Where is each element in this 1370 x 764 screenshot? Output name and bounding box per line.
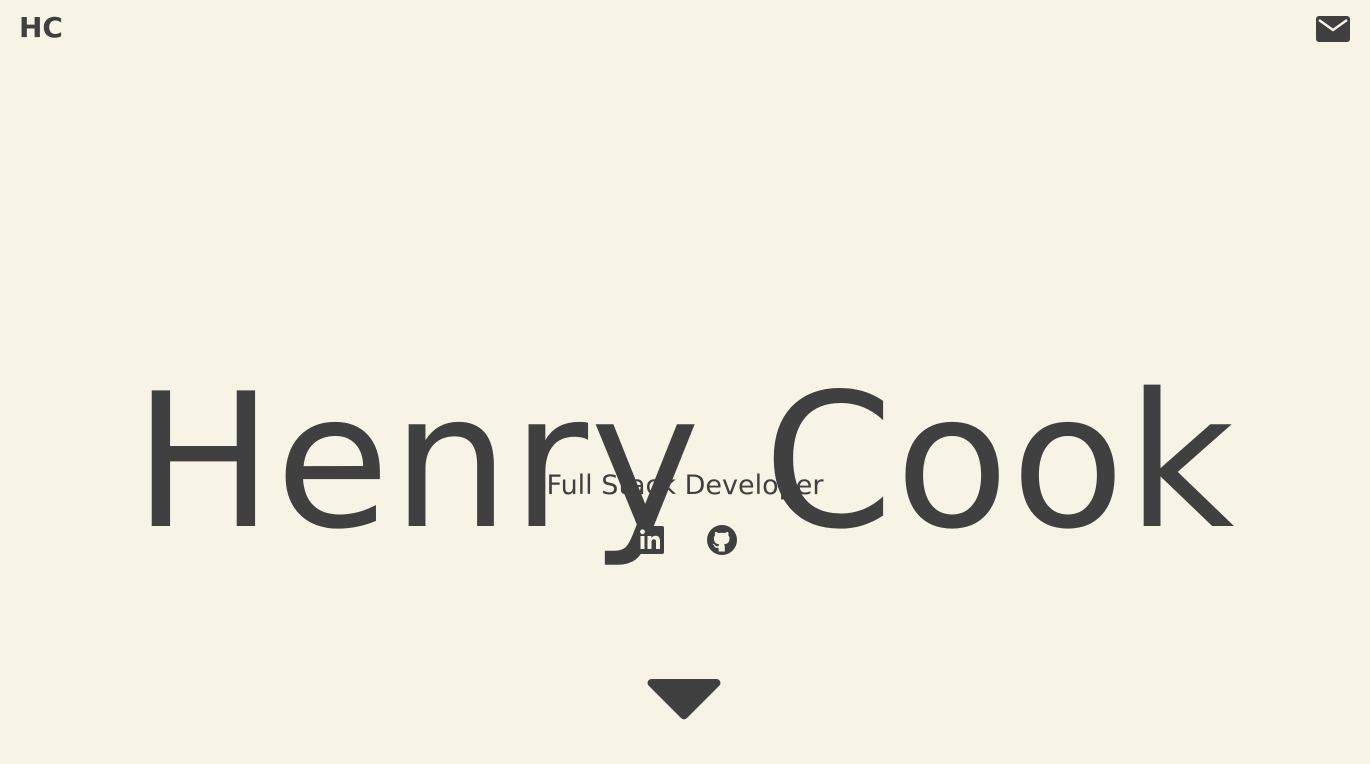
email-link[interactable] — [1316, 16, 1350, 42]
linkedin-link[interactable] — [635, 524, 665, 556]
linkedin-icon — [635, 524, 665, 556]
envelope-icon — [1316, 16, 1350, 42]
caret-down-icon — [647, 679, 721, 721]
github-icon — [706, 524, 737, 556]
social-links — [0, 524, 1370, 556]
scroll-down-button[interactable] — [647, 679, 721, 721]
hero-subtitle: Full Stack Developer — [546, 470, 824, 501]
github-link[interactable] — [706, 524, 737, 556]
site-logo[interactable]: HC — [19, 11, 63, 45]
